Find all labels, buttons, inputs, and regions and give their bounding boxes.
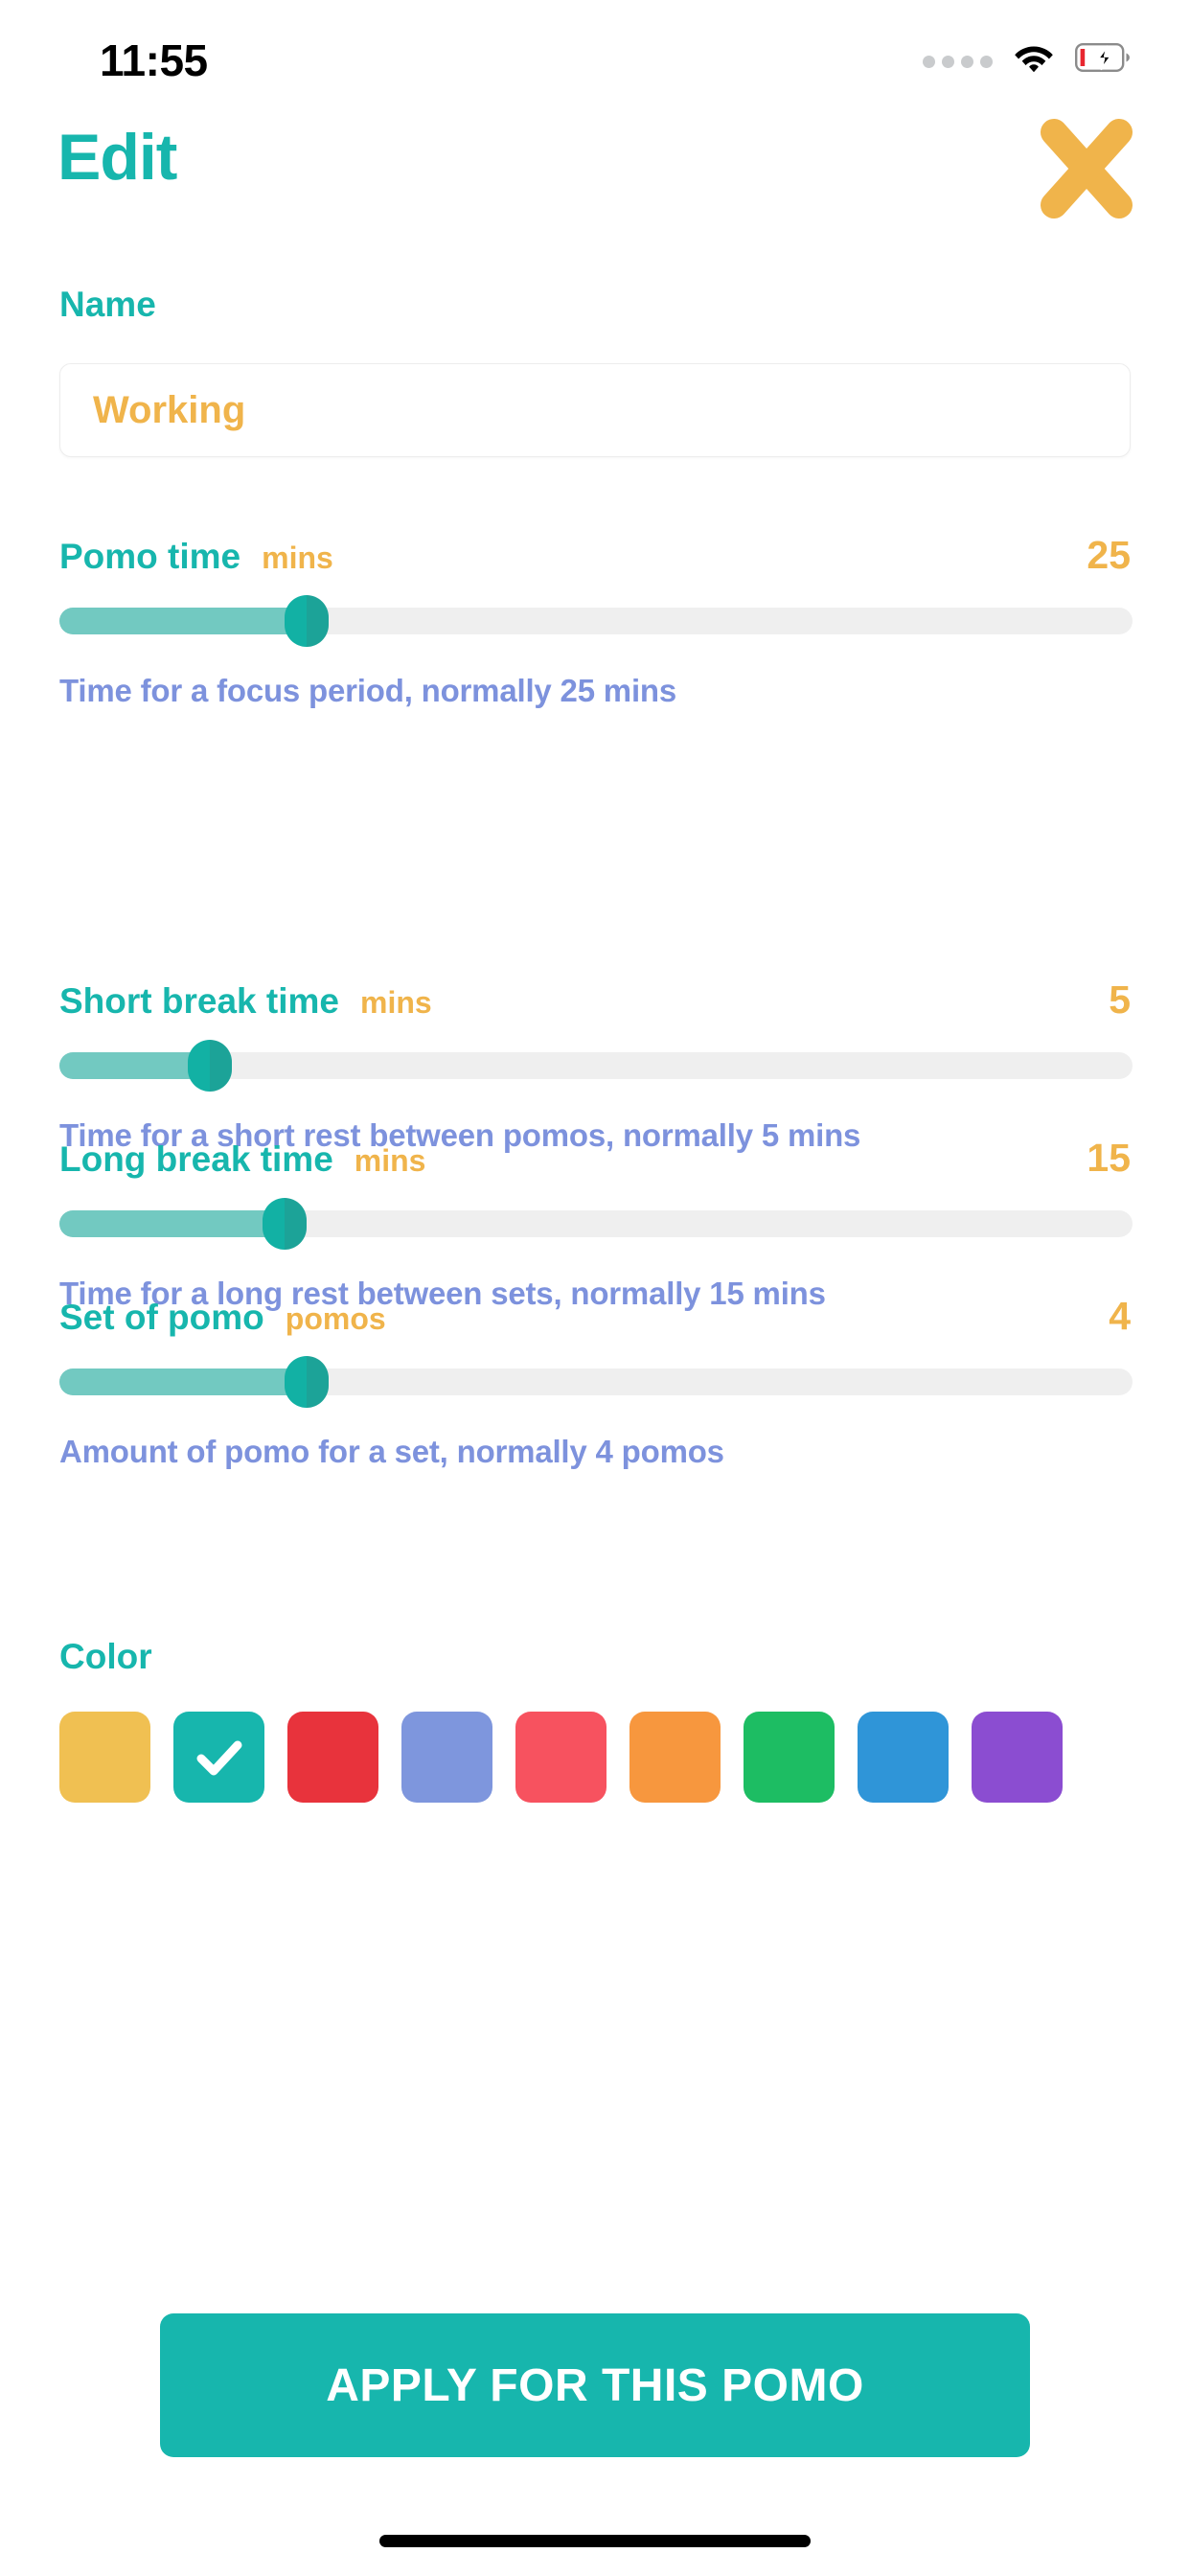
slider-track[interactable] bbox=[59, 595, 1133, 647]
slider-value: 25 bbox=[1087, 533, 1131, 577]
slider-description: Amount of pomo for a set, normally 4 pom… bbox=[59, 1434, 724, 1469]
slider-header: Short break time mins 5 bbox=[59, 978, 1131, 1025]
slider-header: Pomo time mins 25 bbox=[59, 533, 1131, 581]
slider-header: Long break time mins 15 bbox=[59, 1136, 1131, 1184]
slider-label: Pomo time bbox=[59, 537, 241, 576]
color-label: Color bbox=[59, 1637, 152, 1676]
wifi-icon bbox=[1014, 42, 1054, 73]
slider-description: Time for a focus period, normally 25 min… bbox=[59, 673, 677, 708]
slider-track[interactable] bbox=[59, 1040, 1133, 1092]
slider-track[interactable] bbox=[59, 1198, 1133, 1250]
slider-fill bbox=[59, 608, 307, 634]
signal-dots-icon bbox=[923, 55, 993, 68]
check-icon bbox=[193, 1731, 246, 1784]
slider-value: 5 bbox=[1109, 978, 1131, 1022]
color-swatch-teal[interactable] bbox=[173, 1712, 264, 1803]
slider-track[interactable] bbox=[59, 1356, 1133, 1408]
slider-fill bbox=[59, 1368, 307, 1395]
slider-header: Set of pomo pomos 4 bbox=[59, 1294, 1131, 1342]
page-title: Edit bbox=[57, 121, 177, 194]
status-bar: 11:55 bbox=[0, 0, 1190, 105]
slider-unit: mins bbox=[354, 1143, 426, 1178]
slider-fill bbox=[59, 1210, 286, 1237]
color-swatch-pink[interactable] bbox=[515, 1712, 606, 1803]
slider-value: 15 bbox=[1087, 1136, 1131, 1180]
color-swatch-indigo[interactable] bbox=[401, 1712, 492, 1803]
battery-charging-low-icon bbox=[1075, 43, 1131, 72]
slider-thumb[interactable] bbox=[284, 1356, 329, 1408]
color-swatch-yellow[interactable] bbox=[59, 1712, 150, 1803]
name-label: Name bbox=[59, 285, 156, 324]
slider-label: Short break time bbox=[59, 981, 339, 1021]
home-indicator bbox=[379, 2535, 811, 2547]
slider-value: 4 bbox=[1109, 1294, 1131, 1338]
slider-thumb[interactable] bbox=[263, 1198, 308, 1250]
slider-unit: mins bbox=[262, 540, 333, 575]
color-swatch-row bbox=[59, 1712, 1063, 1803]
color-swatch-orange[interactable] bbox=[629, 1712, 721, 1803]
close-button[interactable] bbox=[1033, 115, 1140, 222]
slider-thumb[interactable] bbox=[284, 595, 329, 647]
name-input-value: Working bbox=[93, 388, 246, 431]
close-x-icon bbox=[1033, 115, 1140, 222]
status-bar-time: 11:55 bbox=[100, 35, 208, 85]
slider-unit: pomos bbox=[285, 1301, 386, 1336]
name-input[interactable]: Working bbox=[59, 363, 1131, 457]
apply-button[interactable]: APPLY FOR THIS POMO bbox=[160, 2313, 1030, 2457]
slider-thumb[interactable] bbox=[187, 1040, 232, 1092]
slider-label: Set of pomo bbox=[59, 1298, 264, 1337]
color-swatch-blue[interactable] bbox=[858, 1712, 949, 1803]
color-swatch-green[interactable] bbox=[744, 1712, 835, 1803]
color-swatch-red[interactable] bbox=[287, 1712, 378, 1803]
slider-label: Long break time bbox=[59, 1139, 333, 1179]
status-bar-indicators bbox=[923, 42, 1131, 73]
color-swatch-purple[interactable] bbox=[972, 1712, 1063, 1803]
edit-pomo-screen: 11:55 Edit Name Working Pomo time mins 2… bbox=[0, 0, 1190, 2576]
slider-unit: mins bbox=[359, 985, 432, 1020]
